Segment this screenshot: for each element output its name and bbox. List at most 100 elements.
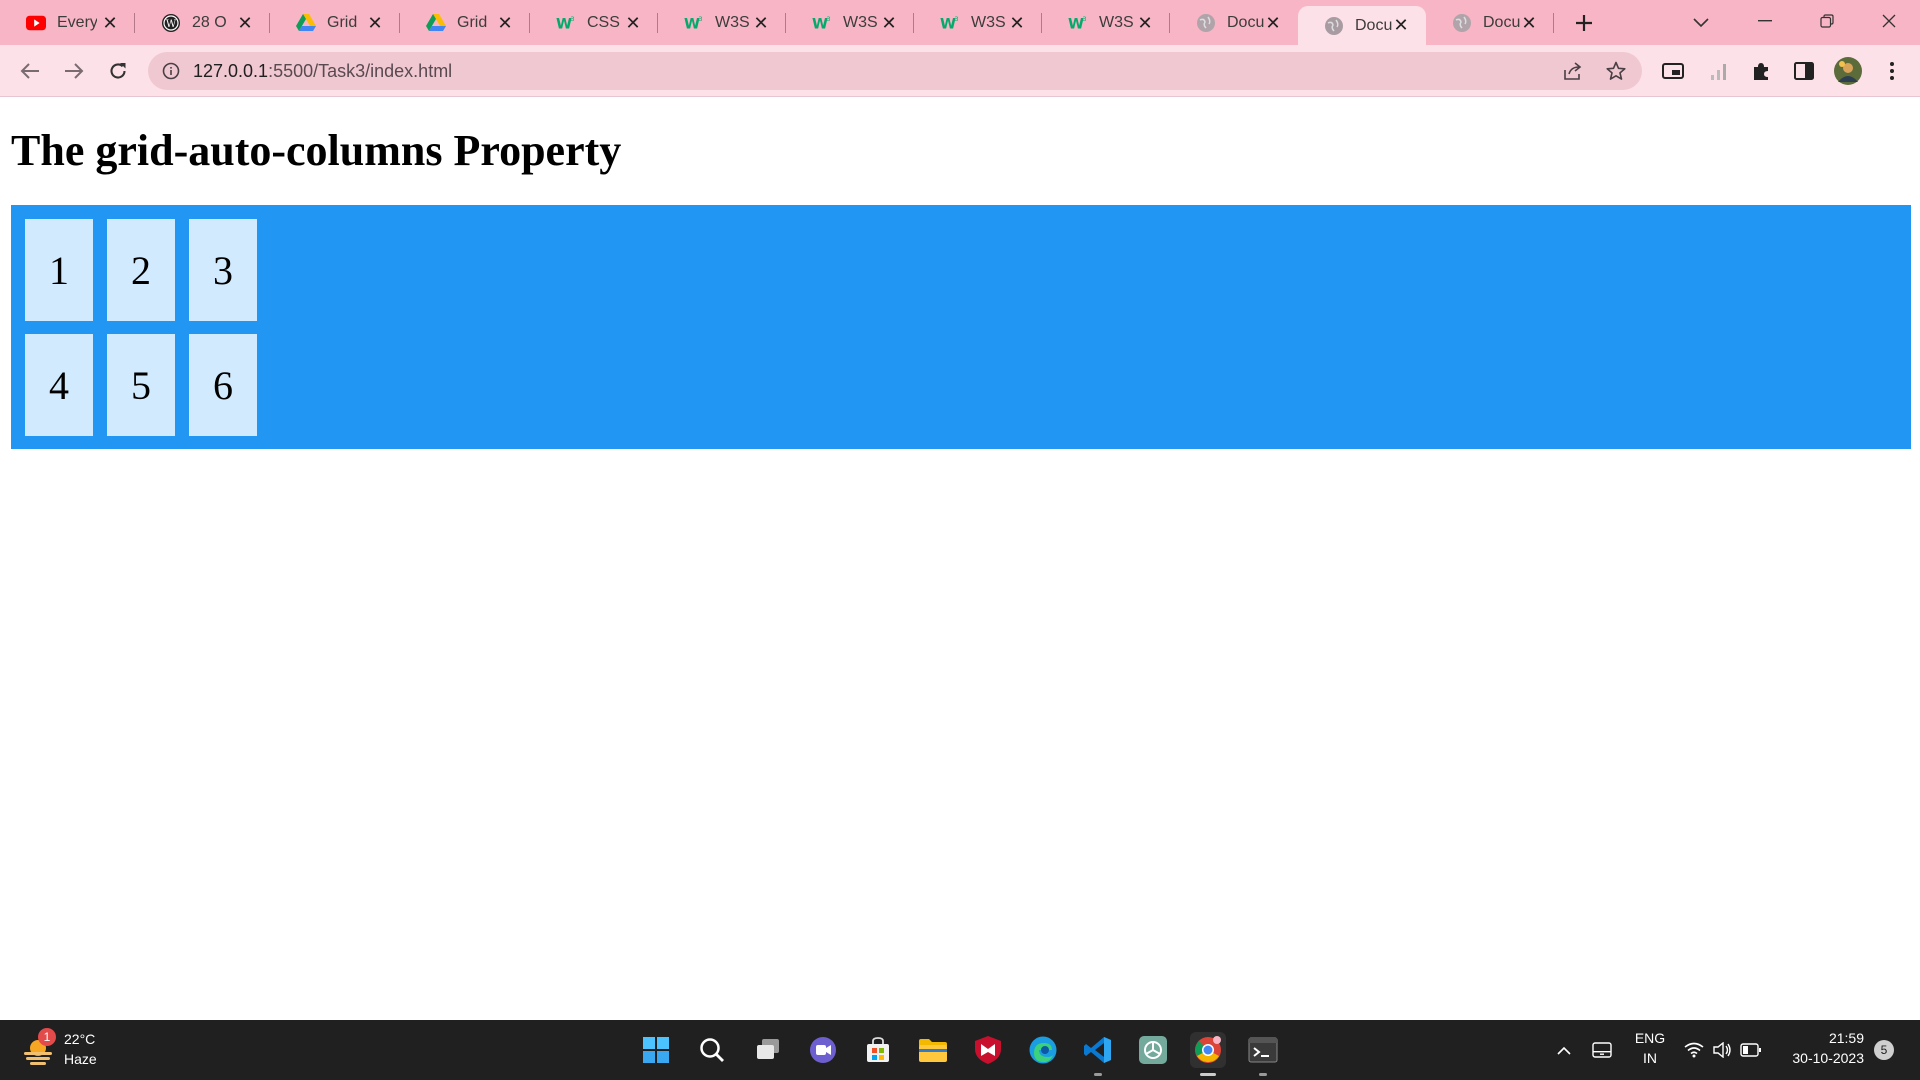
page-viewport: The grid-auto-columns Property 1 2 3 4 5… <box>0 97 1920 1020</box>
task-view-icon <box>757 1039 779 1059</box>
browser-tab[interactable]: W3 W3S ✕ <box>658 9 786 37</box>
mcafee-button[interactable] <box>970 1032 1006 1068</box>
file-explorer-button[interactable] <box>915 1032 951 1068</box>
browser-tab[interactable]: W3 CSS ✕ <box>530 9 658 37</box>
running-indicator <box>1200 1073 1216 1076</box>
grid-item: 2 <box>107 219 175 321</box>
w3schools-icon: W3 <box>556 13 576 33</box>
picture-in-picture-button[interactable] <box>1657 55 1689 87</box>
close-tab-icon[interactable]: ✕ <box>1516 10 1542 36</box>
svg-text:3: 3 <box>955 16 959 23</box>
bookmark-star-icon[interactable] <box>1606 61 1626 86</box>
browser-tab[interactable]: W 28 O ✕ <box>135 9 270 37</box>
tab-title: Grid <box>457 14 488 31</box>
side-panel-button[interactable] <box>1788 55 1820 87</box>
close-icon <box>1882 14 1896 28</box>
svg-text:3: 3 <box>699 16 703 23</box>
grid-item: 3 <box>189 219 257 321</box>
extensions-button[interactable] <box>1745 55 1777 87</box>
url-host: 127.0.0.1 <box>193 61 269 81</box>
reload-icon <box>110 63 126 79</box>
close-tab-icon[interactable]: ✕ <box>232 10 258 36</box>
search-icon <box>700 1038 724 1062</box>
chrome-menu-button[interactable] <box>1876 55 1908 87</box>
tab-search-button[interactable] <box>1686 8 1716 38</box>
tab-separator <box>1553 13 1554 33</box>
chat-icon <box>810 1037 836 1063</box>
browser-tab[interactable]: W3 W3S ✕ <box>914 9 1042 37</box>
region-label: IN <box>1643 1050 1657 1066</box>
chrome-button[interactable] <box>1190 1032 1226 1076</box>
new-tab-button[interactable] <box>1568 8 1600 38</box>
microsoft-store-button[interactable] <box>860 1032 896 1068</box>
clock[interactable]: 21:59 30-10-2023 <box>1774 1029 1864 1071</box>
browser-tab[interactable]: Docu ✕ <box>1426 9 1554 37</box>
picture-in-picture-icon <box>1662 63 1684 79</box>
arrow-left-icon <box>20 63 39 79</box>
edge-button[interactable] <box>1025 1032 1061 1068</box>
close-tab-icon[interactable]: ✕ <box>97 10 123 36</box>
browser-toolbar: 127.0.0.1:5500/Task3/index.html <box>0 45 1920 97</box>
chatgpt-icon <box>1139 1036 1167 1064</box>
share-icon[interactable] <box>1562 61 1584 86</box>
svg-text:W: W <box>556 16 572 32</box>
signal-extension-button[interactable] <box>1702 55 1734 87</box>
chrome-icon <box>1195 1036 1221 1063</box>
close-window-button[interactable] <box>1866 4 1912 38</box>
vscode-button[interactable] <box>1080 1032 1116 1076</box>
close-tab-icon[interactable]: ✕ <box>876 10 902 36</box>
quick-settings-button[interactable] <box>1684 1038 1764 1062</box>
browser-tab[interactable]: W3 W3S ✕ <box>786 9 914 37</box>
youtube-icon <box>26 13 46 33</box>
grid-item: 6 <box>189 334 257 436</box>
weather-badge: 1 <box>38 1028 56 1046</box>
back-button[interactable] <box>14 55 46 87</box>
svg-text:3: 3 <box>827 16 831 23</box>
google-drive-icon <box>296 13 316 33</box>
running-indicator <box>1259 1073 1267 1076</box>
language-indicator[interactable]: ENG IN <box>1628 1029 1672 1071</box>
show-hidden-icons-button[interactable] <box>1552 1038 1576 1062</box>
close-tab-icon[interactable]: ✕ <box>362 10 388 36</box>
vscode-icon <box>1084 1037 1111 1063</box>
minimize-button[interactable] <box>1742 4 1788 38</box>
start-button[interactable] <box>638 1032 674 1068</box>
chevron-down-icon <box>1693 18 1709 28</box>
chatgpt-button[interactable] <box>1135 1032 1171 1068</box>
browser-tab[interactable]: Docu ✕ <box>1170 9 1298 37</box>
profile-button[interactable] <box>1832 55 1864 87</box>
terminal-icon <box>1248 1037 1278 1063</box>
tab-title: 28 O <box>192 14 227 31</box>
browser-tab[interactable]: Grid ✕ <box>270 9 400 37</box>
side-panel-icon <box>1794 62 1814 80</box>
browser-tab-active[interactable]: Docu ✕ <box>1298 6 1426 45</box>
task-view-button[interactable] <box>750 1032 786 1068</box>
globe-icon <box>1196 13 1216 33</box>
avatar <box>1834 57 1862 85</box>
search-button[interactable] <box>694 1032 730 1068</box>
teams-chat-button[interactable] <box>805 1032 841 1068</box>
restore-button[interactable] <box>1804 4 1850 38</box>
close-tab-icon[interactable]: ✕ <box>1260 10 1286 36</box>
browser-tab[interactable]: W3 W3S ✕ <box>1042 9 1170 37</box>
forward-button[interactable] <box>58 55 90 87</box>
restore-icon <box>1820 14 1834 28</box>
tablet-mode-button[interactable] <box>1590 1038 1614 1062</box>
browser-tab[interactable]: Grid ✕ <box>400 9 530 37</box>
address-bar[interactable]: 127.0.0.1:5500/Task3/index.html <box>148 52 1642 90</box>
plus-icon <box>1576 15 1592 31</box>
close-tab-icon[interactable]: ✕ <box>492 10 518 36</box>
close-tab-icon[interactable]: ✕ <box>748 10 774 36</box>
signal-bars-icon <box>1711 64 1726 80</box>
browser-tab[interactable]: Every ✕ <box>0 9 135 37</box>
close-tab-icon[interactable]: ✕ <box>1004 10 1030 36</box>
close-tab-icon[interactable]: ✕ <box>1388 12 1414 38</box>
clock-time: 21:59 <box>1828 1030 1864 1046</box>
reload-button[interactable] <box>102 55 134 87</box>
terminal-button[interactable] <box>1245 1032 1281 1076</box>
close-tab-icon[interactable]: ✕ <box>1132 10 1158 36</box>
notification-badge[interactable]: 5 <box>1874 1040 1894 1060</box>
site-info-icon[interactable] <box>162 62 180 85</box>
weather-widget[interactable]: 1 22°C Haze <box>0 1020 120 1080</box>
close-tab-icon[interactable]: ✕ <box>620 10 646 36</box>
